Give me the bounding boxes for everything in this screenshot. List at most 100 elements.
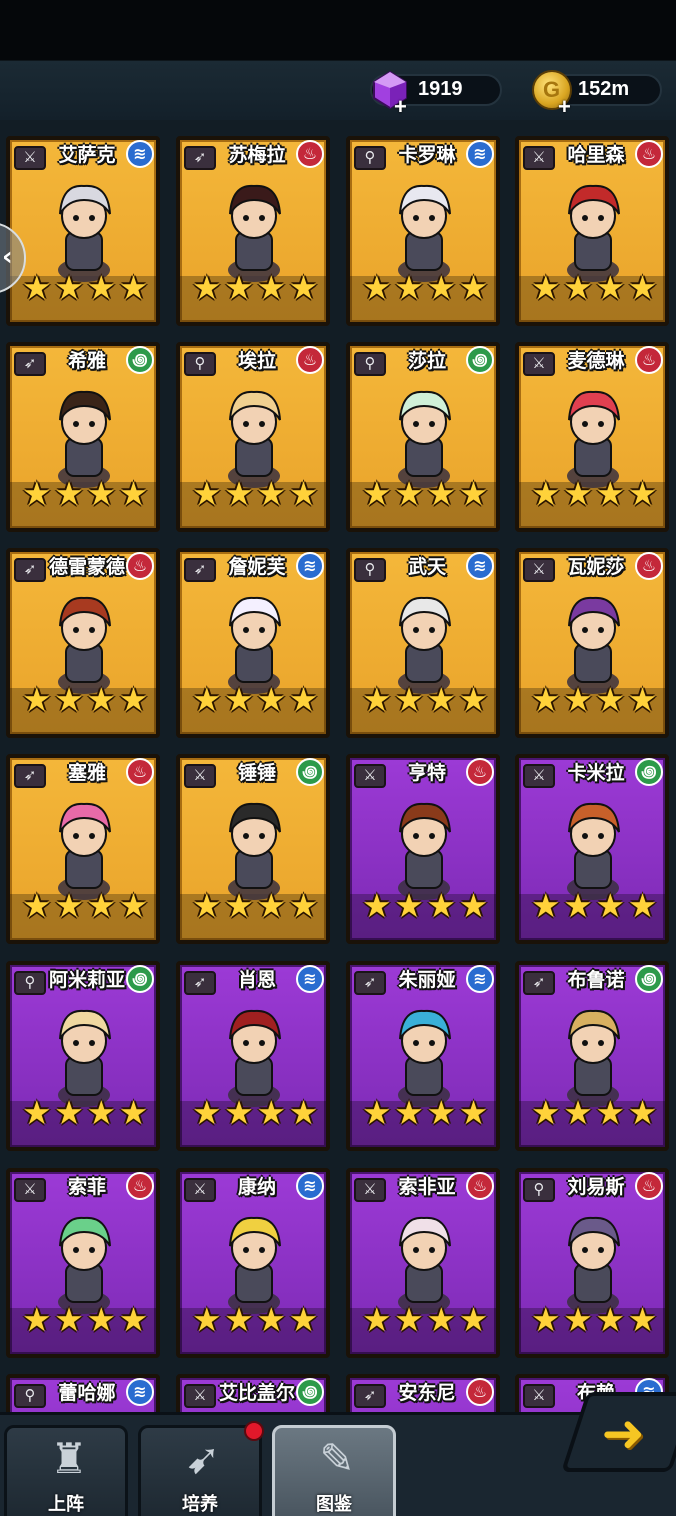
star-icon: ★ [426, 886, 457, 925]
hero-card[interactable]: ⚔艾比盖尔꩜★★★★ [176, 1374, 330, 1412]
add-gems-icon[interactable]: + [394, 94, 407, 120]
star-icon: ★ [256, 474, 287, 513]
hero-card[interactable]: ⚲ 卡罗琳 ≋ ★ ★ ★ ★ [346, 136, 500, 326]
hero-name: 艾比盖尔 [218, 1382, 295, 1404]
star-icon: ★ [288, 886, 319, 925]
wind-element-icon: ꩜ [466, 346, 494, 374]
star-icon: ★ [288, 1093, 319, 1132]
hero-name: 詹妮芙 [228, 556, 286, 578]
star-icon: ★ [224, 1093, 254, 1132]
hero-card[interactable]: ⚔ 康纳 ≋ ★ ★ ★ ★ [176, 1168, 330, 1358]
hero-card[interactable]: ⚲ 阿米莉亚 ꩜ ★ ★ ★ ★ [6, 961, 160, 1151]
star-icon: ★ [531, 680, 561, 719]
star-icon: ★ [531, 886, 561, 925]
yellow-arrow-right-icon: ➜ [601, 1404, 645, 1464]
star-icon: ★ [256, 680, 287, 719]
hero-name: 武天 [407, 556, 446, 578]
star-icon: ★ [54, 680, 84, 719]
hero-name: 刘易斯 [567, 1176, 625, 1198]
hero-card[interactable]: ➶ 詹妮芙 ≋ ★ ★ ★ ★ [176, 548, 330, 738]
star-icon: ★ [362, 886, 392, 925]
hero-name: 肖恩 [237, 969, 276, 991]
hero-name: 瓦妮莎 [567, 556, 625, 578]
star-rating: ★ ★ ★ ★ [22, 477, 150, 510]
gem-counter[interactable]: + 1919 [370, 70, 502, 119]
star-icon: ★ [362, 680, 392, 719]
tab-train[interactable]: ➹ 培养 [138, 1425, 262, 1516]
star-icon: ★ [86, 680, 117, 719]
fire-element-icon: ♨ [466, 1172, 494, 1200]
star-icon: ★ [86, 886, 117, 925]
hero-card[interactable]: ⚔ 卡米拉 ꩜ ★ ★ ★ ★ [515, 754, 669, 944]
hero-card[interactable]: ⚔ 麦德琳 ♨ ★ ★ ★ ★ [515, 342, 669, 532]
hero-card[interactable]: ⚲ 莎拉 ꩜ ★ ★ ★ ★ [346, 342, 500, 532]
hero-card[interactable]: ⚔ 瓦妮莎 ♨ ★ ★ ★ ★ [515, 548, 669, 738]
hero-portrait [228, 596, 281, 694]
hero-card[interactable]: ➶ 苏梅拉 ♨ ★ ★ ★ ★ [176, 136, 330, 326]
add-gold-icon[interactable]: + [558, 94, 571, 120]
hero-card[interactable]: ⚔ 索非亚 ♨ ★ ★ ★ ★ [346, 1168, 500, 1358]
water-element-icon: ≋ [296, 965, 324, 993]
hero-card[interactable]: ➶安东尼♨★★★★ [346, 1374, 500, 1412]
star-icon: ★ [54, 1093, 84, 1132]
hero-card[interactable]: ➶ 塞雅 ♨ ★ ★ ★ ★ [6, 754, 160, 944]
star-icon: ★ [394, 268, 424, 307]
star-icon: ★ [531, 474, 561, 513]
star-rating: ★ ★ ★ ★ [362, 886, 490, 925]
gold-counter[interactable]: + 152m [532, 70, 662, 119]
fire-element-icon: ♨ [635, 140, 663, 168]
hero-card[interactable]: ⚔ 艾萨克 ≋ ★ ★ ★ ★ [6, 136, 160, 326]
hero-card[interactable]: ➶ 德雷蒙德 ♨ ★ ★ ★ ★ [6, 548, 160, 738]
hero-name: 布鲁诺 [567, 969, 625, 991]
hero-portrait [228, 184, 281, 282]
star-icon: ★ [288, 474, 319, 513]
hero-name: 卡米拉 [567, 762, 625, 784]
hero-card[interactable]: ⚔ 索菲 ♨ ★ ★ ★ ★ [6, 1168, 160, 1358]
hero-card[interactable]: ⚔ 哈里森 ♨ ★ ★ ★ ★ [515, 136, 669, 326]
star-icon: ★ [224, 680, 254, 719]
star-icon: ★ [256, 268, 287, 307]
hero-card[interactable]: ➶ 希雅 ꩜ ★ ★ ★ ★ [6, 342, 160, 532]
star-icon: ★ [362, 268, 392, 307]
star-icon: ★ [595, 680, 626, 719]
hero-card[interactable]: ➶ 布鲁诺 ꩜ ★ ★ ★ ★ [515, 961, 669, 1151]
star-rating: ★ ★ ★ ★ [362, 268, 490, 307]
tab-collection[interactable]: ✎ 图鉴 [272, 1425, 396, 1516]
star-icon: ★ [394, 680, 424, 719]
hero-card[interactable]: ➶ 肖恩 ≋ ★ ★ ★ ★ [176, 961, 330, 1151]
hero-portrait [567, 1216, 620, 1314]
hero-card[interactable]: ⚔ 锤锤 ꩜ ★ ★ ★ ★ [176, 754, 330, 944]
water-element-icon: ≋ [466, 140, 494, 168]
hero-portrait [398, 184, 451, 282]
tab-lineup[interactable]: ♜ 上阵 [4, 1425, 128, 1516]
hero-name: 莎拉 [407, 350, 446, 372]
top-bar: + 1919 + 152m [0, 0, 676, 120]
star-icon: ★ [288, 680, 319, 719]
hero-portrait [58, 596, 111, 694]
star-icon: ★ [118, 886, 149, 925]
star-icon: ★ [362, 474, 392, 513]
hero-card[interactable]: ⚲ 刘易斯 ♨ ★ ★ ★ ★ [515, 1168, 669, 1358]
star-icon: ★ [595, 474, 626, 513]
star-icon: ★ [394, 886, 424, 925]
star-rating: ★ ★ ★ ★ [22, 886, 150, 925]
hero-card[interactable]: ⚲ 武天 ≋ ★ ★ ★ ★ [346, 548, 500, 738]
hero-card[interactable]: ⚔ 亨特 ♨ ★ ★ ★ ★ [346, 754, 500, 944]
hero-name: 康纳 [237, 1176, 276, 1198]
hero-portrait [567, 596, 620, 694]
star-icon: ★ [224, 268, 254, 307]
hero-card[interactable]: ➶ 朱丽娅 ≋ ★ ★ ★ ★ [346, 961, 500, 1151]
star-icon: ★ [627, 268, 658, 307]
star-icon: ★ [118, 268, 149, 307]
star-icon: ★ [86, 268, 117, 307]
star-icon: ★ [256, 1300, 287, 1339]
star-rating: ★ ★ ★ ★ [192, 886, 320, 925]
star-icon: ★ [22, 1093, 52, 1132]
hero-card[interactable]: ⚲蕾哈娜≋★★★★ [6, 1374, 160, 1412]
hero-card[interactable]: ⚲ 埃拉 ♨ ★ ★ ★ ★ [176, 342, 330, 532]
hero-collection-grid[interactable]: ⚔ 艾萨克 ≋ ★ ★ ★ ★ ➶ 苏梅拉 ♨ ★ ★ ★ ★ ⚲ 卡罗琳 ≋ ★ ★ ★ ★ ⚔ 哈里森 ♨ ★ ★ ★ ★ ➶ 希雅 ꩜… [0, 120, 676, 1412]
star-icon: ★ [627, 1300, 658, 1339]
star-icon: ★ [288, 268, 319, 307]
fire-element-icon: ♨ [635, 1172, 663, 1200]
star-rating: ★ ★ ★ ★ [531, 474, 659, 513]
